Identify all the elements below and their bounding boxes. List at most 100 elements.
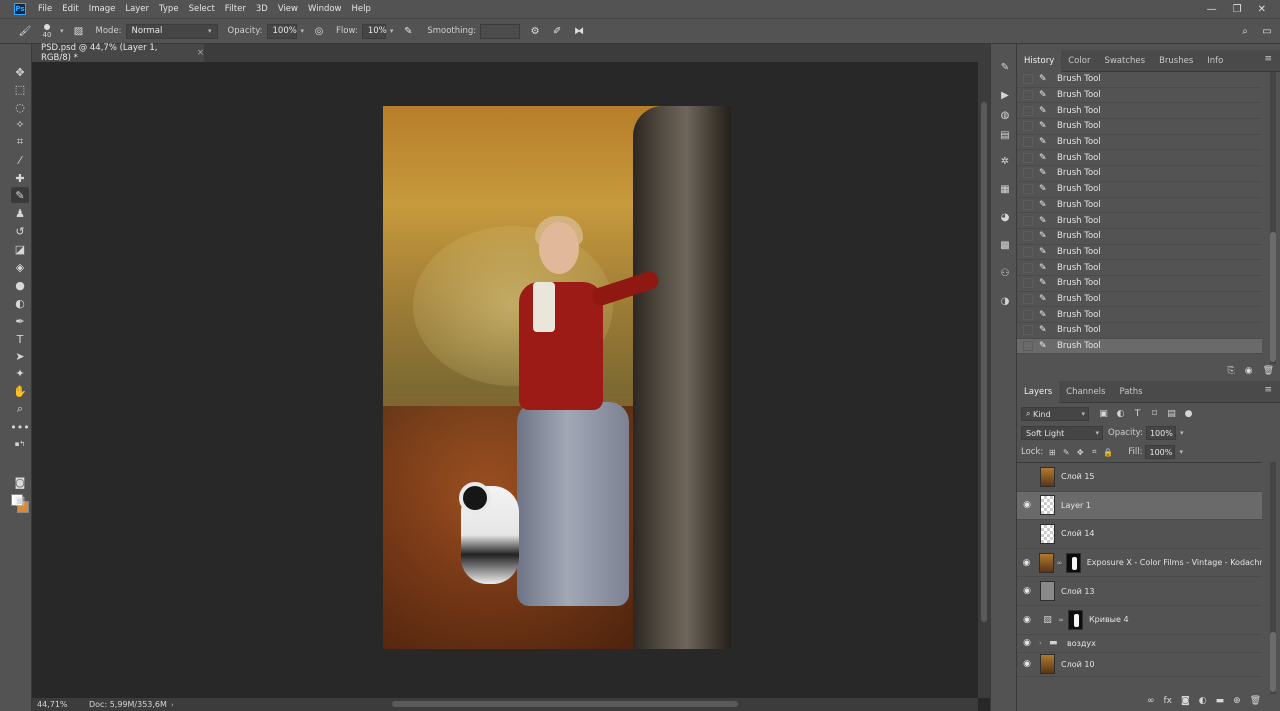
tab-history[interactable]: History — [1017, 49, 1062, 72]
new-group-icon[interactable]: ▬ — [1216, 696, 1225, 706]
menu-filter[interactable]: Filter — [225, 4, 246, 14]
smart-object-filter-icon[interactable]: ▤ — [1165, 409, 1178, 419]
layer-opacity-field[interactable]: 100% — [1145, 426, 1176, 440]
tab-brushes[interactable]: Brushes — [1152, 50, 1200, 72]
document-canvas[interactable] — [383, 106, 731, 649]
panel-menu-icon[interactable]: ≡ — [1264, 54, 1272, 64]
visibility-eye-icon[interactable]: ◉ — [1017, 586, 1037, 596]
chain-link-icon[interactable]: ∞ — [1057, 616, 1065, 624]
chevron-down-icon[interactable]: ▾ — [301, 27, 305, 35]
scrollbar-thumb[interactable] — [1270, 632, 1276, 692]
zoom-tool-icon[interactable]: ⌕ — [11, 401, 29, 417]
blend-mode-select[interactable]: Soft Light ▾ — [1021, 426, 1103, 440]
brush-settings-icon[interactable]: ▨ — [72, 24, 86, 38]
delete-state-icon[interactable]: 🗑 — [1263, 366, 1274, 376]
menu-view[interactable]: View — [278, 4, 298, 14]
tab-swatches[interactable]: Swatches — [1097, 50, 1152, 72]
type-tool-icon[interactable]: T — [11, 331, 29, 347]
marquee-tool-icon[interactable]: ⬚ — [11, 81, 29, 97]
menu-image[interactable]: Image — [89, 4, 116, 14]
learn-panel-icon[interactable]: ◕ — [997, 210, 1013, 224]
glyphs-panel-icon[interactable]: ⚇ — [997, 266, 1013, 280]
pixel-filter-icon[interactable]: ▣ — [1097, 409, 1110, 419]
menu-layer[interactable]: Layer — [125, 4, 149, 14]
chevron-down-icon[interactable]: ▾ — [60, 27, 64, 35]
move-tool-icon[interactable]: ✥ — [11, 64, 29, 80]
gear-icon[interactable]: ⚙ — [528, 24, 542, 38]
history-state-row[interactable]: ✎ Brush Tool — [1017, 166, 1262, 182]
screen-mode-icon[interactable]: ▣ — [11, 492, 29, 508]
chevron-right-icon[interactable]: › — [1039, 639, 1047, 647]
adjustments-panel-icon[interactable]: ◍ — [997, 108, 1013, 122]
visibility-eye-icon[interactable]: ◉ — [1017, 500, 1037, 510]
symmetry-icon[interactable]: ⧓ — [572, 24, 586, 38]
flow-field[interactable]: 10% — [361, 23, 387, 39]
actions-panel-icon[interactable]: ▶ — [997, 88, 1013, 102]
layer-row[interactable]: ◉ Слой 15 — [1017, 463, 1262, 492]
history-snapshot-checkbox[interactable] — [1023, 168, 1033, 179]
tab-layers[interactable]: Layers — [1017, 380, 1060, 403]
history-state-row[interactable]: ✎ Brush Tool — [1017, 198, 1262, 214]
visibility-eye-icon[interactable]: ◉ — [1017, 638, 1037, 648]
history-snapshot-checkbox[interactable] — [1023, 293, 1033, 304]
history-state-row[interactable]: ✎ Brush Tool — [1017, 88, 1262, 104]
tab-channels[interactable]: Channels — [1059, 381, 1112, 403]
document-tab[interactable]: PSD.psd @ 44,7% (Layer 1, RGB/8) * × — [32, 43, 204, 63]
layer-group-row[interactable]: ◉ › ▬ воздух — [1017, 635, 1262, 653]
panel-menu-icon[interactable]: ≡ — [1264, 385, 1272, 395]
layer-row[interactable]: ◉ Слой 10 — [1017, 653, 1262, 677]
histogram-panel-icon[interactable]: ▩ — [997, 238, 1013, 252]
chevron-down-icon[interactable]: ▾ — [1180, 429, 1184, 437]
lock-image-pixels-icon[interactable]: ✎ — [1060, 448, 1072, 457]
brush-preset-picker[interactable]: 40 — [38, 21, 56, 41]
history-state-row[interactable]: ✎ Brush Tool — [1017, 276, 1262, 292]
history-state-row[interactable]: ✎ Brush Tool — [1017, 323, 1262, 339]
new-adjustment-layer-icon[interactable]: ◐ — [1199, 696, 1207, 706]
new-layer-icon[interactable]: ⊕ — [1233, 696, 1241, 706]
history-state-row[interactable]: ✎ Brush Tool — [1017, 72, 1262, 88]
layer-row-selected[interactable]: ◉ Layer 1 — [1017, 491, 1262, 521]
zoom-level-field[interactable]: 44,71% — [37, 700, 77, 709]
default-colors-icon[interactable]: ▪↰ — [11, 436, 29, 452]
history-state-row[interactable]: ✎ Brush Tool — [1017, 103, 1262, 120]
history-brush-tool-icon[interactable]: ↺ — [11, 223, 29, 239]
properties-panel-icon[interactable]: ▤ — [997, 128, 1013, 142]
history-snapshot-checkbox[interactable] — [1023, 278, 1033, 289]
history-snapshot-checkbox[interactable] — [1023, 74, 1033, 85]
history-state-row[interactable]: ✎ Brush Tool — [1017, 213, 1262, 229]
history-snapshot-checkbox[interactable] — [1023, 105, 1033, 116]
custom-shape-tool-icon[interactable]: ✦ — [11, 365, 29, 381]
history-state-row[interactable]: ✎ Brush Tool — [1017, 135, 1262, 151]
close-window-button[interactable]: ✕ — [1258, 4, 1266, 15]
opacity-field[interactable]: 100% — [266, 23, 297, 39]
pen-tool-icon[interactable]: ✒ — [11, 313, 29, 329]
history-snapshot-checkbox[interactable] — [1023, 199, 1033, 210]
adjustment-filter-icon[interactable]: ◐ — [1114, 409, 1127, 419]
eyedropper-tool-icon[interactable]: ⁄ — [11, 152, 29, 168]
healing-brush-tool-icon[interactable]: ✚ — [11, 170, 29, 186]
shape-filter-icon[interactable]: ⌑ — [1148, 409, 1161, 419]
tab-paths[interactable]: Paths — [1112, 381, 1149, 403]
scrollbar-thumb[interactable] — [981, 102, 987, 622]
history-state-row[interactable]: ✎ Brush Tool — [1017, 307, 1262, 323]
scrollbar-thumb[interactable] — [1270, 232, 1276, 362]
lock-transparent-pixels-icon[interactable]: ⊞ — [1046, 448, 1058, 457]
search-icon[interactable]: ⌕ — [1238, 24, 1252, 38]
history-snapshot-checkbox[interactable] — [1023, 325, 1033, 336]
menu-file[interactable]: File — [38, 4, 52, 14]
mode-select[interactable]: Normal ▾ — [125, 23, 218, 39]
history-snapshot-checkbox[interactable] — [1023, 309, 1033, 320]
smoothing-field[interactable] — [480, 23, 521, 39]
brush-tool-icon[interactable]: ✎ — [11, 187, 29, 203]
brush-settings-panel-icon[interactable]: ✎ — [997, 60, 1013, 74]
layer-row[interactable]: ◉ ▧ ∞ Кривые 4 — [1017, 606, 1262, 635]
layer-filter-kind-select[interactable]: ⌕ Kind ▾ — [1021, 407, 1089, 421]
history-snapshot-checkbox[interactable] — [1023, 341, 1033, 352]
layer-mask-thumbnail[interactable] — [1066, 552, 1081, 573]
history-scrollbar[interactable] — [1270, 72, 1276, 364]
canvas-vertical-scrollbar[interactable] — [978, 62, 990, 698]
history-snapshot-checkbox[interactable] — [1023, 231, 1033, 242]
path-selection-tool-icon[interactable]: ➤ — [11, 348, 29, 364]
layer-row[interactable]: ◉ Слой 13 — [1017, 577, 1262, 606]
history-snapshot-checkbox[interactable] — [1023, 184, 1033, 195]
